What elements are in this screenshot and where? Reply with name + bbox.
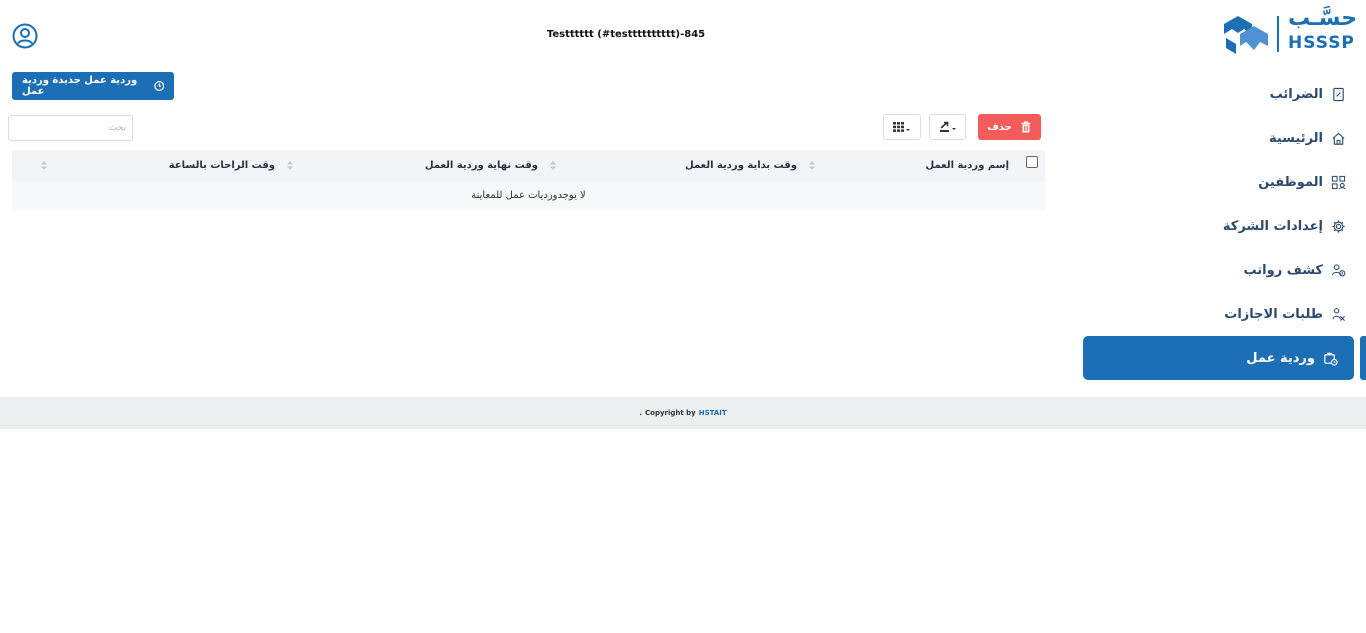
employees-icon <box>1331 175 1346 189</box>
sidebar-item-taxes[interactable]: الضرائب <box>1270 83 1346 105</box>
trash-icon <box>1021 121 1031 133</box>
sidebar-item-home[interactable]: الرئيسية <box>1269 127 1346 149</box>
empty-message: لا يوجدورديات عمل للمعاينة <box>471 190 586 201</box>
search-input[interactable] <box>8 115 133 141</box>
top-header: Testttttt (#testttttttttt)-845 حسَّـب HS… <box>0 0 1366 72</box>
company-link[interactable]: HSTAIT <box>699 409 727 417</box>
footer: . Copyright by HSTAIT <box>0 397 1366 429</box>
sidebar-item-label: طلبات الاجازات <box>1224 306 1323 322</box>
export-icon <box>939 121 956 132</box>
logo-arabic-text: حسَّـب <box>1288 6 1358 31</box>
new-work-shift-button[interactable]: وردية عمل جديدة وردية عمل <box>12 72 174 100</box>
copyright-text: Copyright by <box>645 409 696 417</box>
sidebar-item-label: وردية عمل <box>1246 350 1315 366</box>
payroll-icon <box>1331 263 1346 276</box>
table-empty-row: لا يوجدورديات عمل للمعاينة <box>12 181 1045 210</box>
sidebar-item-label: إعدادات الشركة <box>1222 218 1323 234</box>
select-all-checkbox[interactable] <box>1026 156 1038 168</box>
sidebar-item-label: الرئيسية <box>1268 130 1323 146</box>
logo-latin-text: HSSSP <box>1288 33 1355 53</box>
sidebar-item-company-settings[interactable]: إعدادات الشركة <box>1223 215 1346 237</box>
logo-divider <box>1277 16 1279 52</box>
sidebar-item-label: الضرائب <box>1269 86 1323 102</box>
new-work-shift-label: وردية عمل جديدة وردية عمل <box>22 75 138 97</box>
sort-icon[interactable] <box>809 160 815 171</box>
sidebar-active-indicator <box>1360 336 1366 380</box>
table-header: إسم وردية العمل وقت بداية وردية العمل وق… <box>12 150 1045 181</box>
sort-icon[interactable] <box>41 160 47 171</box>
company-title: Testttttt (#testttttttttt)-845 <box>546 29 706 40</box>
sort-icon[interactable] <box>550 160 556 171</box>
copyright-suffix: . <box>639 409 642 417</box>
leave-icon <box>1332 307 1345 321</box>
sidebar-item-label: كشف رواتب <box>1243 262 1323 278</box>
home-icon <box>1332 132 1345 145</box>
receipt-icon <box>1333 87 1344 101</box>
work-shifts-table: إسم وردية العمل وقت بداية وردية العمل وق… <box>12 150 1045 210</box>
sidebar-item-label: الموظفين <box>1258 174 1323 190</box>
column-header-break-hours[interactable]: وقت الراحات بالساعة <box>169 150 275 181</box>
delete-label: حذف <box>987 121 1012 133</box>
sidebar-item-work-shift-active[interactable]: وردية عمل <box>1083 336 1354 380</box>
columns-dropdown-button[interactable] <box>883 114 921 140</box>
gear-icon <box>1332 219 1345 233</box>
shift-icon <box>1324 352 1338 366</box>
sidebar-item-payroll[interactable]: كشف رواتب <box>1244 259 1346 281</box>
column-header-shift-start[interactable]: وقت بداية وردية العمل <box>685 150 797 181</box>
clock-icon <box>153 81 164 91</box>
column-header-shift-name[interactable]: إسم وردية العمل <box>926 150 1009 181</box>
grid-icon <box>893 122 910 132</box>
sidebar-item-leave-requests[interactable]: طلبات الاجازات <box>1224 303 1346 325</box>
export-dropdown-button[interactable] <box>929 114 966 140</box>
column-header-shift-end[interactable]: وقت نهاية وردية العمل <box>425 150 538 181</box>
sidebar-item-employees[interactable]: الموظفين <box>1258 171 1346 193</box>
delete-button[interactable]: حذف <box>978 114 1041 140</box>
sort-icon[interactable] <box>287 160 293 171</box>
